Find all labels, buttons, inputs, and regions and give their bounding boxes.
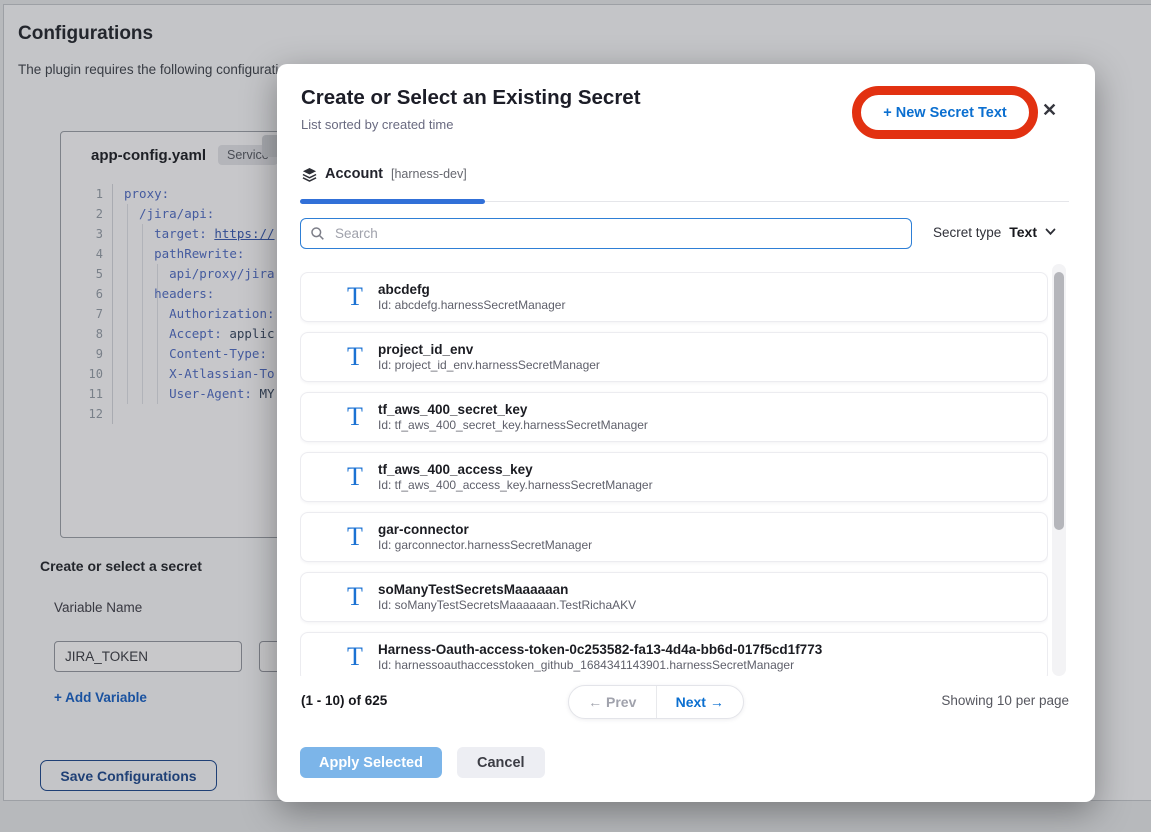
secret-list-item[interactable]: T tf_aws_400_access_key Id: tf_aws_400_a…: [300, 452, 1048, 502]
secret-id: Id: soManyTestSecretsMaaaaaan.TestRichaA…: [378, 598, 636, 613]
text-secret-icon: T: [344, 344, 366, 370]
secret-name: soManyTestSecretsMaaaaaan: [378, 581, 636, 598]
text-secret-icon: T: [344, 644, 366, 670]
chevron-down-icon: [1045, 228, 1056, 236]
close-icon[interactable]: ✕: [1042, 101, 1057, 119]
secret-type-label: Secret type: [933, 225, 1001, 240]
secret-name: Harness-Oauth-access-token-0c253582-fa13…: [378, 641, 822, 658]
secret-type-select[interactable]: Secret type Text: [933, 224, 1056, 240]
secret-list-item[interactable]: T abcdefg Id: abcdefg.harnessSecretManag…: [300, 272, 1048, 322]
secret-name: tf_aws_400_access_key: [378, 461, 653, 478]
list-scrollbar-track: [1052, 264, 1066, 676]
secret-name: tf_aws_400_secret_key: [378, 401, 648, 418]
secret-type-value: Text: [1009, 224, 1037, 240]
per-page-label: Showing 10 per page: [941, 693, 1069, 708]
tab-account-label: Account: [325, 166, 383, 182]
secret-list-item[interactable]: T gar-connector Id: garconnector.harness…: [300, 512, 1048, 562]
secret-list-item[interactable]: T project_id_env Id: project_id_env.harn…: [300, 332, 1048, 382]
tab-account[interactable]: Account [harness-dev]: [300, 160, 469, 188]
search-input[interactable]: [333, 225, 902, 242]
active-tab-underline: [300, 199, 485, 204]
layers-icon: [302, 167, 317, 182]
text-secret-icon: T: [344, 584, 366, 610]
list-scrollbar-thumb[interactable]: [1054, 272, 1064, 530]
secret-list: T abcdefg Id: abcdefg.harnessSecretManag…: [300, 272, 1048, 676]
secret-id: Id: abcdefg.harnessSecretManager: [378, 298, 565, 313]
secret-list-item[interactable]: T tf_aws_400_secret_key Id: tf_aws_400_s…: [300, 392, 1048, 442]
modal-title: Create or Select an Existing Secret: [301, 86, 641, 110]
annotation-highlight-ring: + New Secret Text: [852, 86, 1038, 139]
secret-name: abcdefg: [378, 281, 565, 298]
tab-bar: Account [harness-dev]: [300, 160, 1069, 202]
text-secret-icon: T: [344, 464, 366, 490]
secret-id: Id: tf_aws_400_access_key.harnessSecretM…: [378, 478, 653, 493]
secret-name: gar-connector: [378, 521, 592, 538]
search-box: [300, 218, 912, 249]
search-icon: [310, 226, 325, 241]
pagination-range: (1 - 10) of 625: [301, 693, 387, 708]
modal-subtitle: List sorted by created time: [301, 117, 453, 132]
apply-selected-button[interactable]: Apply Selected: [300, 747, 442, 778]
new-secret-text-button[interactable]: + New Secret Text: [873, 99, 1016, 127]
secret-id: Id: garconnector.harnessSecretManager: [378, 538, 592, 553]
tab-account-scope: [harness-dev]: [391, 167, 467, 181]
text-secret-icon: T: [344, 404, 366, 430]
secret-id: Id: project_id_env.harnessSecretManager: [378, 358, 600, 373]
secret-name: project_id_env: [378, 341, 600, 358]
cancel-button[interactable]: Cancel: [457, 747, 545, 778]
secret-id: Id: harnessoauthaccesstoken_github_16843…: [378, 658, 822, 673]
select-secret-modal: Create or Select an Existing Secret List…: [277, 64, 1095, 802]
next-button[interactable]: Next →: [656, 686, 744, 718]
text-secret-icon: T: [344, 284, 366, 310]
text-secret-icon: T: [344, 524, 366, 550]
secret-id: Id: tf_aws_400_secret_key.harnessSecretM…: [378, 418, 648, 433]
pager: ← Prev Next →: [568, 685, 744, 719]
prev-button[interactable]: ← Prev: [569, 686, 656, 718]
screen: Configurations The plugin requires the f…: [0, 0, 1151, 832]
secret-list-item[interactable]: T soManyTestSecretsMaaaaaan Id: soManyTe…: [300, 572, 1048, 622]
secret-list-item[interactable]: T Harness-Oauth-access-token-0c253582-fa…: [300, 632, 1048, 676]
